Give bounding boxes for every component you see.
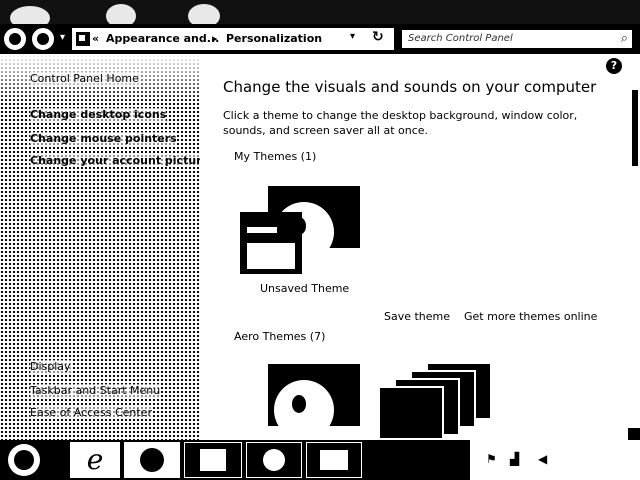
window-titlebar-preview [247,227,277,233]
media-player-icon [140,448,164,472]
page-title: Change the visuals and sounds on your co… [223,78,597,96]
flag-icon[interactable]: ⚑ [486,452,497,466]
screen: ▾ « Appearance and... ▸ Personalization … [0,0,640,480]
aero-theme-architecture-tile[interactable] [376,358,494,440]
breadcrumb-appearance[interactable]: Appearance and... [106,32,219,45]
breadcrumb-personalization[interactable]: Personalization [226,32,322,45]
volume-icon[interactable]: ◀ [538,452,547,466]
folder-icon [200,449,226,471]
help-icon[interactable]: ? [606,58,622,74]
vertical-scrollbar[interactable] [628,54,640,440]
navigation-bar: ▾ « Appearance and... ▸ Personalization … [0,24,640,54]
search-icon[interactable]: ⌕ [621,31,628,46]
aero-theme-windows-tile[interactable] [268,364,360,426]
my-themes-header: My Themes (1) [234,150,317,163]
back-forward-buttons [2,26,60,52]
control-panel-icon [320,450,348,470]
window-body-preview [247,243,295,269]
aero-themes-header: Aero Themes (7) [234,330,326,343]
taskbar: e ⚑ ▟ ◀ [0,440,640,480]
change-mouse-pointers-link[interactable]: Change mouse pointers [30,132,177,145]
refresh-button[interactable]: ↻ [372,29,384,45]
page-description: Click a theme to change the desktop back… [223,109,578,137]
back-button[interactable] [2,26,28,52]
slideshow-image [378,386,444,440]
left-task-pane: Control Panel Home Change desktop icons … [0,54,210,440]
notification-area: ⚑ ▟ ◀ [470,440,640,480]
taskbar-explorer[interactable] [184,442,242,478]
app-icon [263,449,285,471]
ease-of-access-link[interactable]: Ease of Access Center [30,406,152,419]
search-placeholder: Search Control Panel [408,33,513,44]
scrollbar-down-button[interactable] [628,428,640,440]
taskbar-media-player[interactable] [124,442,180,478]
network-icon[interactable]: ▟ [510,452,519,466]
earth-image [274,380,334,426]
change-desktop-icons-link[interactable]: Change desktop icons [30,108,167,121]
change-account-picture-link[interactable]: Change your account picture [30,154,210,167]
scrollbar-thumb[interactable] [632,90,638,166]
control-panel-icon [76,32,90,46]
get-more-themes-link[interactable]: Get more themes online [464,310,597,323]
taskbar-app[interactable] [246,442,302,478]
unsaved-theme-label: Unsaved Theme [260,282,350,295]
taskbar-internet-explorer[interactable]: e [70,442,120,478]
address-dropdown-button[interactable]: ▾ [350,31,355,42]
content-pane: ? Change the visuals and sounds on your … [200,54,640,440]
search-input[interactable]: Search Control Panel ⌕ [400,28,634,50]
display-link[interactable]: Display [30,360,71,373]
control-panel-home-link[interactable]: Control Panel Home [30,72,139,85]
start-button[interactable] [8,444,40,476]
taskbar-control-panel[interactable] [306,442,362,478]
breadcrumb-prefix[interactable]: « [92,32,99,45]
taskbar-start-menu-link[interactable]: Taskbar and Start Menu [30,384,161,397]
forward-button[interactable] [30,26,56,52]
window-color-preview [240,212,302,274]
breadcrumb-separator[interactable]: ▸ [212,32,218,45]
address-bar[interactable]: « Appearance and... ▸ Personalization ▾ … [72,28,394,50]
recent-pages-dropdown[interactable]: ▾ [60,32,65,43]
desktop-background [0,0,640,30]
internet-explorer-icon: e [86,443,104,476]
save-theme-link[interactable]: Save theme [384,310,450,323]
